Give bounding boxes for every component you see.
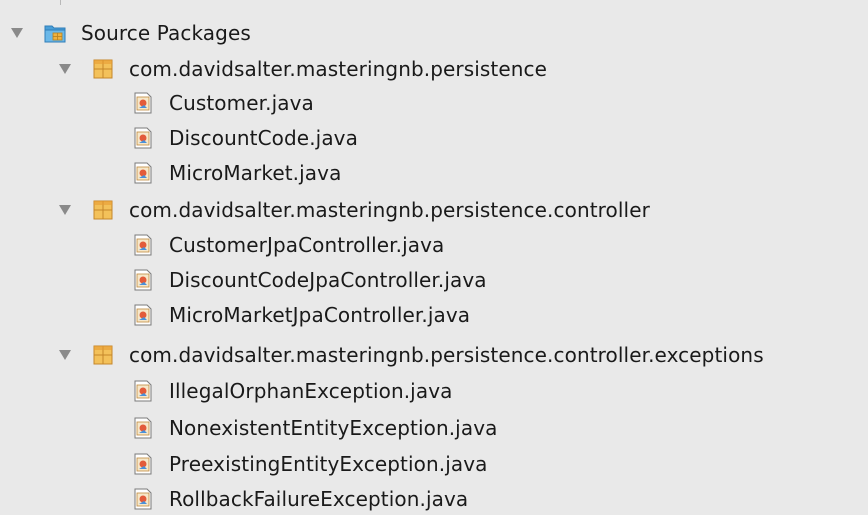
tree-node-file[interactable]: DiscountCode.java xyxy=(132,121,358,155)
tree-node-label: MicroMarket.java xyxy=(169,161,342,185)
package-icon xyxy=(92,199,114,221)
package-icon xyxy=(92,58,114,80)
tree-node-file[interactable]: NonexistentEntityException.java xyxy=(132,411,497,445)
java-file-icon xyxy=(132,269,154,291)
tree-node-label: com.davidsalter.masteringnb.persistence.… xyxy=(129,343,764,367)
java-file-icon xyxy=(132,304,154,326)
java-file-icon xyxy=(132,453,154,475)
tree-node-label: com.davidsalter.masteringnb.persistence.… xyxy=(129,198,650,222)
tree-node-file[interactable]: PreexistingEntityException.java xyxy=(132,447,488,481)
expand-arrow-icon[interactable] xyxy=(58,203,72,217)
tree-node-label: DiscountCodeJpaController.java xyxy=(169,268,487,292)
tree-node-label: RollbackFailureException.java xyxy=(169,487,469,511)
expand-arrow-icon[interactable] xyxy=(58,62,72,76)
expand-arrow-icon[interactable] xyxy=(10,26,24,40)
java-file-icon xyxy=(132,488,154,510)
source-folder-icon xyxy=(44,22,66,44)
tree-node-file[interactable]: Customer.java xyxy=(132,86,314,120)
tree-node-label: DiscountCode.java xyxy=(169,126,358,150)
package-icon xyxy=(92,344,114,366)
tree-node-label: Source Packages xyxy=(81,21,251,45)
java-file-icon xyxy=(132,92,154,114)
expand-arrow-icon[interactable] xyxy=(58,348,72,362)
java-file-icon xyxy=(132,127,154,149)
tree-node-package[interactable]: com.davidsalter.masteringnb.persistence.… xyxy=(58,338,764,372)
tree-node-label: NonexistentEntityException.java xyxy=(169,416,498,440)
tree-node-label: PreexistingEntityException.java xyxy=(169,452,488,476)
tree-node-file[interactable]: IllegalOrphanException.java xyxy=(132,374,452,408)
java-file-icon xyxy=(132,380,154,402)
tree-node-label: IllegalOrphanException.java xyxy=(169,379,453,403)
tree-node-package[interactable]: com.davidsalter.masteringnb.persistence.… xyxy=(58,193,650,227)
tree-node-file[interactable]: MicroMarket.java xyxy=(132,156,341,190)
java-file-icon xyxy=(132,234,154,256)
java-file-icon xyxy=(132,417,154,439)
tree-node-file[interactable]: DiscountCodeJpaController.java xyxy=(132,263,487,297)
tree-node-label: com.davidsalter.masteringnb.persistence xyxy=(129,57,548,81)
tree-node-file[interactable]: RollbackFailureException.java xyxy=(132,482,468,516)
tree-node-label: MicroMarketJpaController.java xyxy=(169,303,471,327)
tree-node-file[interactable]: CustomerJpaController.java xyxy=(132,228,444,262)
tree-node-file[interactable]: MicroMarketJpaController.java xyxy=(132,298,470,332)
tree-node-label: CustomerJpaController.java xyxy=(169,233,445,257)
tree-node-package[interactable]: com.davidsalter.masteringnb.persistence xyxy=(58,52,547,86)
tree-connector-line xyxy=(60,0,71,5)
java-file-icon xyxy=(132,162,154,184)
tree-node-source-packages[interactable]: Source Packages xyxy=(10,16,251,50)
tree-node-label: Customer.java xyxy=(169,91,314,115)
project-tree: Source Packages com.davidsalter.masterin… xyxy=(0,0,868,515)
